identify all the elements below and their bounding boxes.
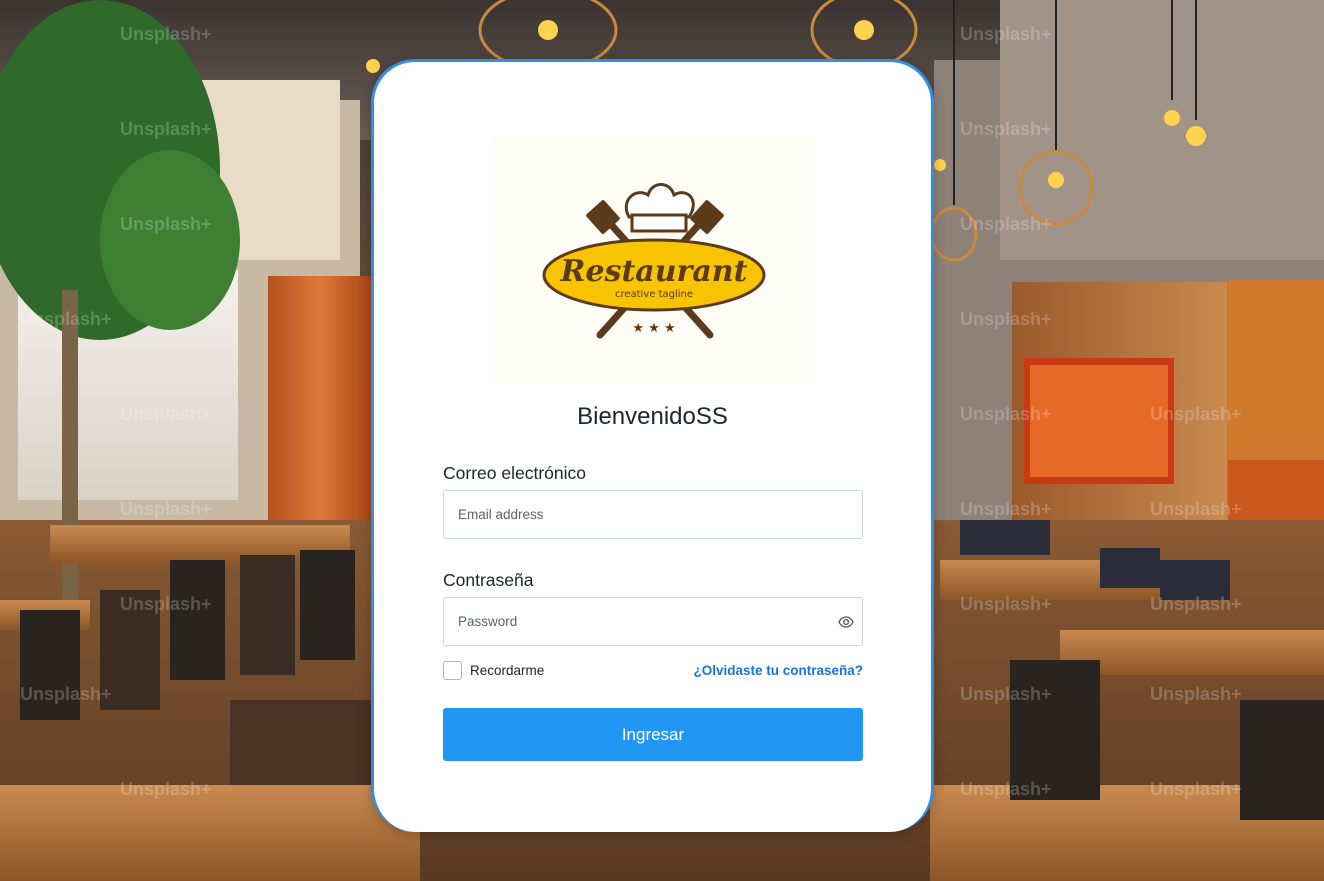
welcome-title: BienvenidoSS [577, 403, 728, 430]
login-card: Restaurant creative tagline ★ ★ ★ Bienve… [371, 59, 934, 832]
logo-name: Restaurant [560, 254, 748, 289]
watermark-text: Unsplash+ [960, 684, 1052, 704]
login-button[interactable]: Ingresar [443, 708, 863, 761]
password-label: Contraseña [443, 570, 534, 590]
watermark-text: Unsplash+ [960, 24, 1052, 44]
watermark-text: Unsplash+ [120, 24, 212, 44]
watermark-text: Unsplash+ [120, 404, 212, 424]
watermark-text: Unsplash+ [960, 779, 1052, 799]
watermark-text: Unsplash+ [1150, 594, 1242, 614]
password-field[interactable] [443, 597, 863, 646]
restaurant-logo-graphic: Restaurant creative tagline ★ ★ ★ [542, 183, 766, 339]
remember-checkbox[interactable] [443, 661, 462, 680]
watermark-text: Unsplash+ [960, 404, 1052, 424]
watermark-text: Unsplash+ [120, 119, 212, 139]
email-label: Correo electrónico [443, 463, 586, 483]
watermark-text: Unsplash+ [960, 594, 1052, 614]
watermark-text: Unsplash+ [20, 684, 112, 704]
remember-me: Recordarme [443, 661, 544, 680]
watermark-text: Unsplash+ [1150, 404, 1242, 424]
restaurant-logo: Restaurant creative tagline ★ ★ ★ [492, 135, 818, 385]
logo-stars: ★ ★ ★ [632, 321, 675, 336]
watermark-text: Unsplash+ [120, 779, 212, 799]
watermark-text: Unsplash+ [120, 499, 212, 519]
watermark-text: Unsplash+ [1150, 684, 1242, 704]
eye-icon[interactable] [838, 614, 854, 630]
watermark-text: Unsplash+ [960, 119, 1052, 139]
chef-hat-icon [624, 183, 695, 233]
watermark-text: Unsplash+ [1150, 499, 1242, 519]
watermark-text: Unsplash+ [1150, 779, 1242, 799]
watermark-text: Unsplash+ [120, 214, 212, 234]
watermark-text: Unsplash+ [960, 499, 1052, 519]
logo-tagline: creative tagline [615, 289, 693, 300]
email-field[interactable] [443, 490, 863, 539]
remember-label: Recordarme [470, 663, 545, 678]
watermark-text: Unsplash+ [960, 309, 1052, 329]
watermark-text: Unsplash+ [120, 594, 212, 614]
watermark-text: Unsplash+ [960, 214, 1052, 234]
forgot-password-link[interactable]: ¿Olvidaste tu contraseña? [693, 663, 863, 678]
watermark-text: Unsplash+ [20, 309, 112, 329]
